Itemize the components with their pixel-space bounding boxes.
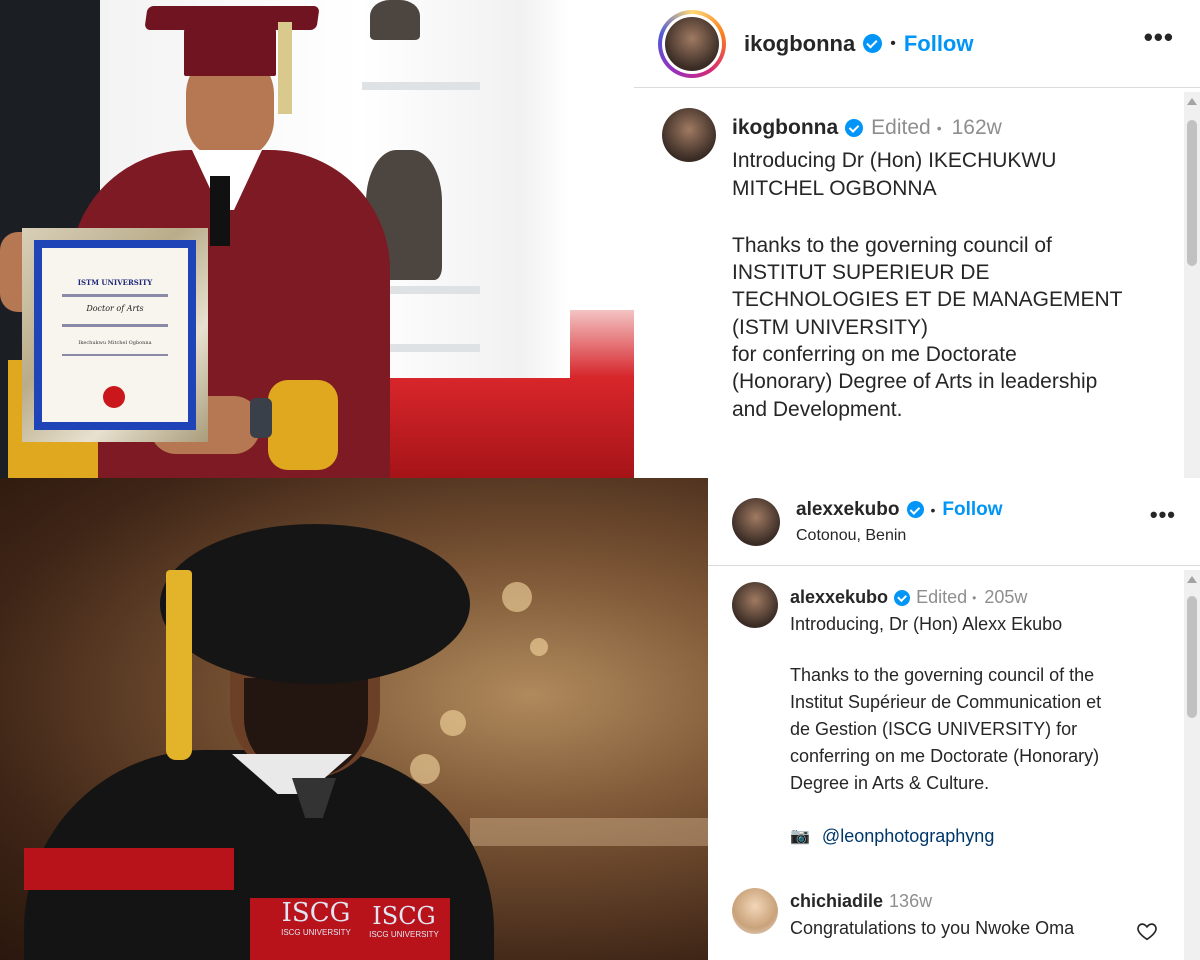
header-username[interactable]: ikogbonna xyxy=(744,31,855,57)
post-photo-graduation-portrait[interactable]: ISCG ISCG UNIVERSITY ISCG ISCG UNIVERSIT… xyxy=(0,478,708,960)
background-light-strip xyxy=(470,818,708,846)
header-separator: • xyxy=(930,501,936,518)
caption: alexxekubo Edited • 205w Introducing, Dr… xyxy=(732,582,1172,850)
avatar xyxy=(665,16,719,71)
meta-separator: • xyxy=(972,590,977,605)
caption-line: (Honorary) Degree of Arts in leadership xyxy=(732,370,1098,394)
verified-badge-icon xyxy=(845,118,864,137)
post-header: alexxekubo • Follow Cotonou, Benin ••• xyxy=(708,478,1200,566)
caption-username[interactable]: ikogbonna xyxy=(732,114,838,141)
post-header: ikogbonna • Follow ••• xyxy=(634,0,1200,88)
certificate-degree: Doctor of Arts xyxy=(86,304,144,313)
comment-username[interactable]: chichiadile xyxy=(790,888,883,915)
more-options-icon[interactable]: ••• xyxy=(1150,502,1176,528)
scroll-up-arrow-icon[interactable] xyxy=(1187,576,1197,583)
post-age[interactable]: 205w xyxy=(984,584,1027,611)
gown-logo-subtext: ISCG UNIVERSITY xyxy=(369,930,439,939)
caption-line: conferring on me Doctorate (Honorary) xyxy=(790,746,1100,766)
meta-separator: • xyxy=(936,119,942,136)
header-separator: • xyxy=(890,34,896,52)
like-heart-icon[interactable] xyxy=(1136,920,1158,942)
verified-badge-icon xyxy=(894,589,911,606)
avatar[interactable] xyxy=(732,888,778,934)
post-age[interactable]: 162w xyxy=(952,114,1002,141)
caption-line: Thanks to the governing council of the xyxy=(790,665,1095,685)
caption-line: TECHNOLOGIES ET DE MANAGEMENT xyxy=(732,288,1123,312)
gown-logo-subtext: ISCG UNIVERSITY xyxy=(281,928,351,937)
certificate-recipient: Ikechukwu Mitchel Ogbonna xyxy=(78,340,152,346)
scrollbar-thumb[interactable] xyxy=(1187,596,1197,718)
verified-badge-icon xyxy=(906,501,924,518)
cap-tassel xyxy=(278,22,292,114)
edited-label: Edited xyxy=(916,587,968,607)
sculpture xyxy=(370,0,420,40)
bokeh-light xyxy=(440,710,466,736)
caption-line: and Development. xyxy=(732,397,903,421)
caption-line: Introducing, Dr (Hon) Alexx Ekubo xyxy=(790,614,1063,634)
wall-shelf xyxy=(362,82,480,90)
caption-line: Degree in Arts & Culture. xyxy=(790,773,990,793)
follow-button[interactable]: Follow xyxy=(904,31,974,57)
instagram-post-panel-ikogbonna: ikogbonna • Follow ••• ikogbonna Edited … xyxy=(634,0,1200,478)
caption-username[interactable]: alexxekubo xyxy=(790,584,888,611)
caption: ikogbonna Edited • 162w Introducing Dr (… xyxy=(662,108,1172,423)
certificate-heading: ISTM UNIVERSITY xyxy=(77,278,153,287)
gown-logo-text: ISCG xyxy=(281,898,351,928)
necktie xyxy=(210,176,230,246)
caption-line: Institut Supérieur de Communication et xyxy=(790,692,1102,712)
more-options-icon[interactable]: ••• xyxy=(1144,22,1174,53)
scrollbar[interactable] xyxy=(1184,570,1200,960)
instagram-post-panel-alexxekubo: alexxekubo • Follow Cotonou, Benin ••• a… xyxy=(708,478,1200,960)
scroll-up-arrow-icon[interactable] xyxy=(1187,98,1197,105)
tudor-bonnet xyxy=(160,524,470,684)
camera-icon: 📷 xyxy=(790,827,810,845)
comment-text: Congratulations to you Nwoke Oma xyxy=(790,918,1075,938)
post-location[interactable]: Cotonou, Benin xyxy=(796,527,1003,545)
certificate-seal xyxy=(103,386,126,408)
scrollbar[interactable] xyxy=(1184,92,1200,478)
caption-line: MITCHEL OGBONNA xyxy=(732,176,937,200)
avatar[interactable] xyxy=(662,108,716,162)
wristwatch xyxy=(250,398,272,438)
avatar[interactable] xyxy=(732,497,780,546)
photographer-mention-link[interactable]: @leonphotographyng xyxy=(822,823,994,850)
bokeh-light xyxy=(502,582,532,612)
verified-badge-icon xyxy=(863,34,883,53)
scrollbar-thumb[interactable] xyxy=(1187,120,1197,266)
graduation-cap xyxy=(184,24,276,76)
follow-button[interactable]: Follow xyxy=(942,499,1002,521)
bokeh-light xyxy=(410,754,440,784)
gown-hood-gold xyxy=(268,380,338,470)
bokeh-light xyxy=(530,638,548,656)
comment-age[interactable]: 136w xyxy=(889,888,932,915)
caption-line: Thanks to the governing council of xyxy=(732,233,1052,257)
certificate-line xyxy=(62,294,168,297)
cap-tassel xyxy=(166,570,192,760)
header-username[interactable]: alexxekubo xyxy=(796,499,900,521)
gown-logo-text: ISCG xyxy=(372,902,436,930)
edited-label: Edited xyxy=(871,116,931,139)
caption-line: de Gestion (ISCG UNIVERSITY) for xyxy=(790,719,1078,739)
comment: chichiadile 136w Congratulations to you … xyxy=(732,888,1172,942)
certificate-line xyxy=(62,324,168,327)
gown-sleeve-stripe xyxy=(24,848,234,890)
caption-line: INSTITUT SUPERIEUR DE xyxy=(732,261,990,285)
certificate: ISTM UNIVERSITY Doctor of Arts Ikechukwu… xyxy=(42,248,188,422)
post-photo-graduation-certificate[interactable]: ISTM UNIVERSITY Doctor of Arts Ikechukwu… xyxy=(0,0,634,478)
caption-line: (ISTM UNIVERSITY) xyxy=(732,315,929,339)
certificate-line xyxy=(62,354,168,356)
caption-line: for conferring on me Doctorate xyxy=(732,343,1017,367)
avatar[interactable] xyxy=(732,582,778,628)
certificate-frame: ISTM UNIVERSITY Doctor of Arts Ikechukwu… xyxy=(22,228,208,442)
caption-line: Introducing Dr (Hon) IKECHUKWU xyxy=(732,149,1057,173)
story-avatar-ring[interactable] xyxy=(658,9,726,78)
